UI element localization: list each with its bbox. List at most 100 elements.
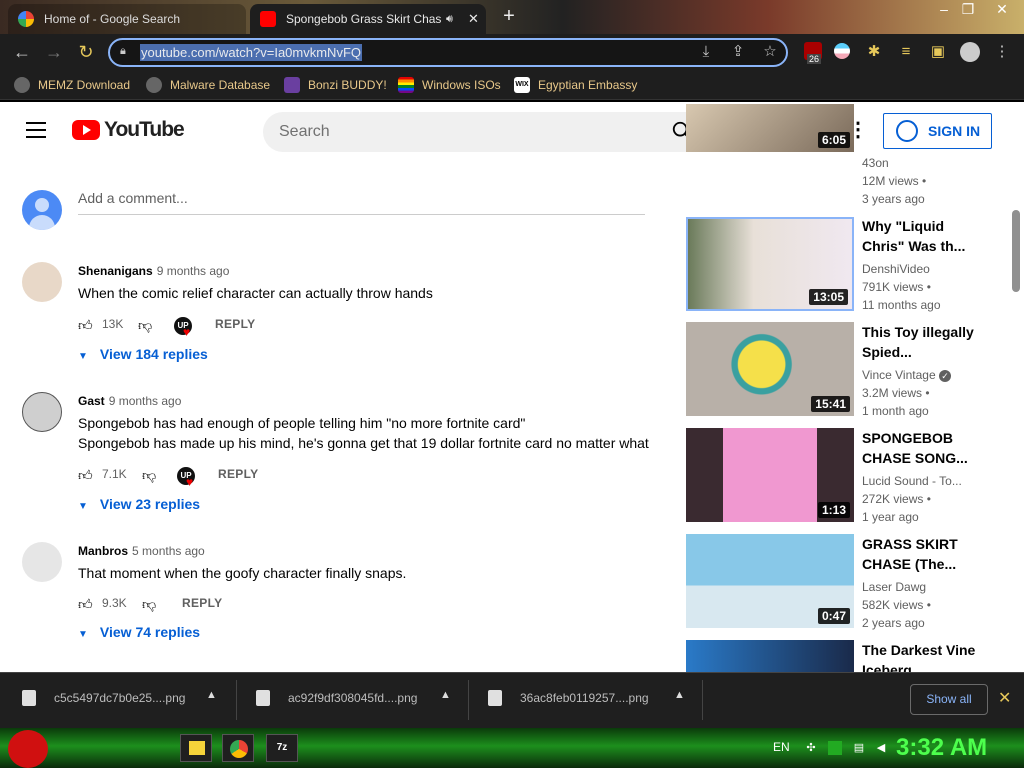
search-input[interactable]: Search [263,112,711,152]
comment-time[interactable]: 9 months ago [109,394,182,408]
view-replies-label: View 23 replies [99,496,201,512]
video-channel[interactable]: Lucid Sound - To... [862,472,992,490]
chevron-up-icon[interactable]: ▲ [206,689,217,701]
dislike-icon[interactable]: 👎︎ [142,467,160,483]
comment-author[interactable]: Shenanigans 9 months ago [78,264,229,278]
video-thumbnail[interactable]: 6:05 [686,104,854,152]
video-title[interactable]: SPONGEBOB CHASE SONG... [862,428,990,468]
minimize-icon[interactable]: – [932,0,956,20]
youtube-logo-icon[interactable] [72,120,100,140]
view-replies-button[interactable]: ▼ View 74 replies [78,624,200,640]
like-icon[interactable]: 👍︎ [78,596,96,612]
file-icon [22,690,36,706]
reload-icon[interactable]: ↻ [74,40,98,64]
reply-button[interactable]: REPLY [218,467,258,481]
author-name[interactable]: Shenanigans [78,264,153,278]
dislike-icon[interactable]: 👎︎ [138,317,156,333]
comment-text: That moment when the goofy character fin… [78,563,406,583]
download-item[interactable]: ac92f9df308045fd....png [256,690,417,706]
add-comment-input[interactable]: Add a comment... [78,190,645,215]
comment-time[interactable]: 9 months ago [157,264,230,278]
bookmark-label: Malware Database [170,78,271,92]
reply-button[interactable]: REPLY [182,596,222,610]
like-icon[interactable]: 👍︎ [78,467,96,483]
tab-google-search[interactable]: Home of - Google Search [8,4,246,34]
url-text[interactable]: youtube.com/watch?v=Ia0mvkmNvFQ [140,44,362,61]
download-item[interactable]: c5c5497dc7b0e25....png [22,690,185,706]
video-channel-row[interactable]: Vince Vintage ✓ [862,366,992,384]
bookmark-memz[interactable]: MEMZ Download [14,77,130,93]
dislike-icon[interactable]: 👎︎ [142,596,160,612]
comment-author[interactable]: Gast 9 months ago [78,394,181,408]
scrollbar[interactable] [1012,210,1020,292]
bookmark-egyptian-embassy[interactable]: WIX Egyptian Embassy [514,77,637,93]
extensions-puzzle-icon[interactable]: ✱ [864,42,884,62]
comment-time[interactable]: 5 months ago [132,544,205,558]
file-explorer-icon[interactable] [180,734,212,762]
video-channel[interactable]: 43on [862,154,992,172]
author-name[interactable]: Manbros [78,544,128,558]
view-replies-button[interactable]: ▼ View 23 replies [78,496,200,512]
language-indicator[interactable]: EN [773,740,790,754]
tab-spongebob[interactable]: Spongebob Grass Skirt Chas 🔊︎ ✕ [250,4,486,34]
chevron-up-icon[interactable]: ▲ [674,689,685,701]
bookmark-bonzi-buddy[interactable]: Bonzi BUDDY! [284,77,387,93]
video-thumbnail[interactable]: 1:13 [686,428,854,522]
video-thumbnail[interactable] [686,640,854,672]
youtube-logo-text[interactable]: YouTube [104,118,185,142]
close-tab-icon[interactable]: ✕ [468,11,479,27]
author-name[interactable]: Gast [78,394,105,408]
restore-icon[interactable]: ❐ [956,0,980,20]
battery-icon[interactable] [828,741,842,755]
video-thumbnail[interactable]: 0:47 [686,534,854,628]
media-icon[interactable]: ≡ [896,42,916,62]
install-icon[interactable]: ⤓ [696,42,716,62]
google-icon [18,11,34,27]
bookmark-malware-database[interactable]: Malware Database [146,77,270,93]
chevron-up-icon[interactable]: ▲ [440,689,451,701]
comment-author[interactable]: Manbros 5 months ago [78,544,205,558]
network-icon[interactable]: ▤ [852,741,866,755]
like-icon[interactable]: 👍︎ [78,317,96,333]
video-title[interactable]: GRASS SKIRT CHASE (The... [862,534,990,574]
close-icon[interactable]: ✕ [998,688,1011,708]
video-channel[interactable]: Vince Vintage [862,368,936,382]
speaker-icon[interactable]: 🔊︎ [446,13,453,26]
download-item[interactable]: 36ac8feb0119257....png [488,690,649,706]
bookmark-label: Egyptian Embassy [538,78,638,92]
sign-in-button[interactable]: SIGN IN [883,113,992,149]
profile-icon[interactable] [960,42,980,62]
forward-icon[interactable]: → [42,40,66,64]
menu-dots-icon[interactable]: ⋮ [992,42,1012,62]
show-all-button[interactable]: Show all [910,684,988,715]
start-button[interactable] [8,730,48,768]
back-icon[interactable]: ← [10,40,34,64]
volume-icon[interactable]: ◀ [874,741,888,755]
video-channel[interactable]: Laser Dawg [862,578,992,596]
7zip-icon[interactable]: 7z [266,734,298,762]
video-thumbnail[interactable]: 15:41 [686,322,854,416]
video-title[interactable]: This Toy illegally Spied... [862,322,990,362]
lock-icon[interactable]: 🔒︎ [120,45,126,58]
hamburger-menu-icon[interactable] [26,122,46,138]
view-replies-label: View 184 replies [99,346,208,362]
bookmark-star-icon[interactable]: ☆ [760,42,780,62]
flag-extension-icon[interactable] [834,43,850,59]
avatar[interactable] [22,542,62,582]
sidepanel-icon[interactable]: ▣ [928,42,948,62]
chrome-icon[interactable] [222,734,254,762]
bookmark-windows-isos[interactable]: Windows ISOs [398,77,501,93]
avatar[interactable] [22,392,62,432]
video-title[interactable]: The Darkest Vine Iceberg [862,640,990,672]
avatar[interactable] [22,262,62,302]
clock[interactable]: 3:32 AM [896,734,987,762]
view-replies-button[interactable]: ▼ View 184 replies [78,346,208,362]
video-thumbnail[interactable]: 13:05 [686,217,854,311]
close-window-icon[interactable]: ✕ [990,0,1014,20]
wrench-icon[interactable]: ✣ [804,741,818,755]
new-tab-button[interactable]: + [498,6,520,28]
video-channel[interactable]: DenshiVideo [862,260,992,278]
video-title[interactable]: Why "Liquid Chris" Was th... [862,216,990,256]
reply-button[interactable]: REPLY [215,317,255,331]
share-icon[interactable]: ⇪ [728,42,748,62]
